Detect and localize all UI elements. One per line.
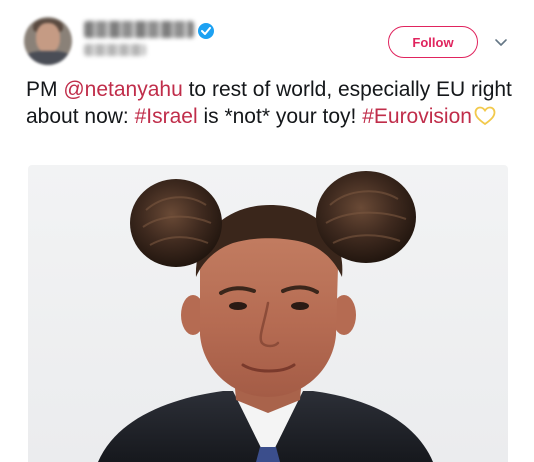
hashtag-link-israel[interactable]: #Israel (135, 105, 198, 128)
avatar-shoulders (24, 51, 72, 65)
tweet-text-segment: is *not* your toy! (197, 105, 363, 128)
tweet-photo[interactable] (28, 165, 508, 462)
author-avatar[interactable] (24, 17, 72, 65)
left-hair-bun (130, 179, 222, 267)
right-eye (291, 302, 309, 310)
tweet-header: Follow (0, 0, 534, 74)
author-handle-redacted[interactable] (84, 44, 146, 56)
chevron-down-icon[interactable] (494, 35, 508, 49)
hashtag-link-eurovision[interactable]: #Eurovision (362, 105, 472, 128)
left-eye (229, 302, 247, 310)
tweet-card: Follow PM @netanyahu to rest of world, e… (0, 0, 534, 462)
verified-badge-icon (198, 23, 214, 39)
tie (256, 447, 280, 462)
photo-illustration (98, 171, 433, 462)
follow-button[interactable]: Follow (388, 26, 478, 58)
mention-link[interactable]: @netanyahu (63, 78, 182, 101)
author-name-redacted[interactable] (84, 21, 194, 38)
yellow-heart-icon (474, 106, 496, 126)
tweet-text-segment: PM (26, 78, 64, 101)
tweet-text: PM @netanyahu to rest of world, especial… (26, 76, 526, 130)
avatar-face (36, 23, 60, 53)
